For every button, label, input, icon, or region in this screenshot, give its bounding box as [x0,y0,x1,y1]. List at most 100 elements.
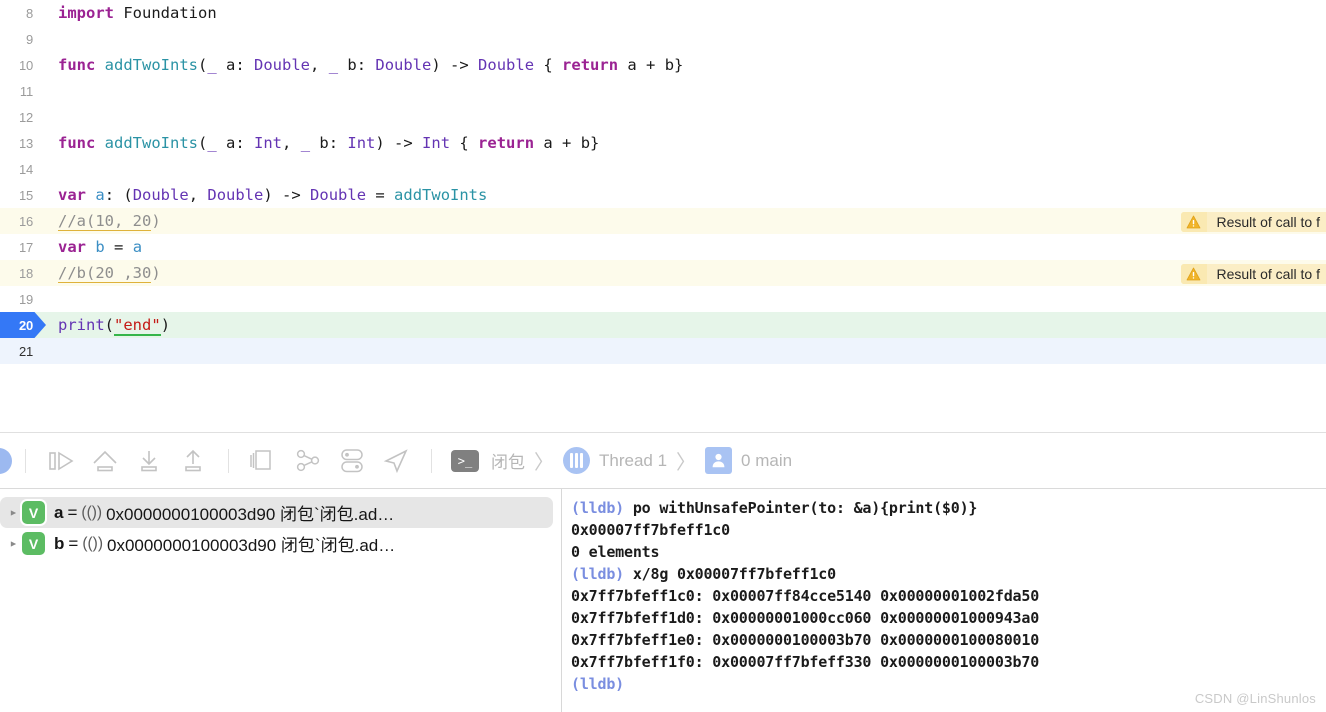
line-number[interactable]: 8 [0,0,42,26]
breadcrumb-thread[interactable]: Thread 1 [599,451,667,471]
console-line: 0x7ff7bfeff1e0: 0x0000000100003b70 0x000… [571,629,1326,651]
step-over-button[interactable] [39,441,83,481]
console-text: 0x7ff7bfeff1f0: 0x00007ff7bfeff330 0x000… [571,653,1040,671]
code-token: ) -> [263,186,311,204]
warning-message: Result of call to f [1206,264,1326,284]
code-token: b: [310,134,348,152]
code-token: var [58,186,86,204]
code-text: func addTwoInts(_ a: Int, _ b: Int) -> I… [42,134,599,152]
variables-view[interactable]: ▼ Va =(()) 0x0000000100003d90 闭包`闭包.ad… ▼ Vb =… [0,489,562,712]
variable-value: 0x0000000100003d90 闭包`闭包.ad… [106,536,396,555]
code-line[interactable]: 19 [0,286,1326,312]
step-out-button[interactable] [127,441,171,481]
code-token: Int [254,134,283,152]
variable-type: (()) [81,503,103,521]
line-number[interactable]: 11 [0,78,42,104]
view-hierarchy-button[interactable] [242,441,286,481]
code-token: { [450,134,479,152]
code-token: print [58,316,105,334]
variable-name: a [54,502,64,522]
code-line[interactable]: 21 [0,338,1326,364]
code-line[interactable]: 11 [0,78,1326,104]
code-line[interactable]: 8 import Foundation [0,0,1326,26]
line-number[interactable]: 15 [0,182,42,208]
lldb-prompt: (lldb) [571,499,624,517]
code-text: func addTwoInts(_ a: Double, _ b: Double… [42,56,683,74]
code-token: : ( [104,186,133,204]
breadcrumb-process[interactable]: 闭包 [491,448,525,473]
code-token: Double [310,186,367,204]
code-line[interactable]: 17 var b = a [0,234,1326,260]
variable-row[interactable]: ▼ Va =(()) 0x0000000100003d90 闭包`闭包.ad… [0,497,553,528]
line-number[interactable]: 17 [0,234,42,260]
code-token: = [366,186,395,204]
code-line[interactable]: 10 func addTwoInts(_ a: Double, _ b: Doub… [0,52,1326,78]
line-number[interactable]: 9 [0,26,42,52]
chevron-right-icon[interactable]: ▼ [8,535,18,553]
equals-sign: = [68,533,79,553]
line-number[interactable]: 20 [0,312,42,338]
console-text: 0x7ff7bfeff1e0: 0x0000000100003b70 0x000… [571,631,1040,649]
code-line[interactable]: 20 print("end") [0,312,1326,338]
code-token: , [188,186,208,204]
breadcrumb-frame[interactable]: 0 main [741,451,792,471]
memory-graph-button[interactable] [286,441,330,481]
step-into-button[interactable] [83,441,127,481]
warning-badge[interactable]: Result of call to f [1180,212,1326,232]
line-number[interactable]: 14 [0,156,42,182]
code-line[interactable]: 9 [0,26,1326,52]
code-token: ( [198,134,208,152]
console-line: (lldb) x/8g 0x00007ff7bfeff1c0 [571,563,1326,585]
console-text: x/8g 0x00007ff7bfeff1c0 [624,565,836,583]
warning-badge[interactable]: Result of call to f [1180,264,1326,284]
line-number[interactable]: 19 [0,286,42,312]
console-text: 0x7ff7bfeff1c0: 0x00007ff84cce5140 0x000… [571,587,1040,605]
code-token: ) [151,264,161,282]
code-token: a: [216,56,255,74]
code-token: Double [254,56,311,74]
variable-row[interactable]: ▼ Vb =(()) 0x0000000100003d90 闭包`闭包.ad… [0,528,553,559]
code-line[interactable]: 16//a(10, 20) Result of call to f [0,208,1326,234]
line-number[interactable]: 10 [0,52,42,78]
continue-button[interactable] [0,447,12,474]
code-text: var a: (Double, Double) -> Double = addT… [42,186,487,204]
console-text: 0x00007ff7bfeff1c0 [571,521,730,539]
toolbar-divider-3 [431,448,432,473]
variable-type: (()) [82,534,103,552]
person-icon [705,447,733,474]
code-token: func [58,56,96,74]
line-number[interactable]: 12 [0,104,42,130]
step-out-up-button[interactable] [171,441,215,481]
debug-toolbar: >_ 闭包 〉 Thread 1 〉 0 main [0,432,1326,489]
line-number[interactable]: 13 [0,130,42,156]
debug-area: ▼ Va =(()) 0x0000000100003d90 闭包`闭包.ad… ▼ Vb =… [0,489,1326,712]
console-text: 0x7ff7bfeff1d0: 0x00000001000cc060 0x000… [571,609,1040,627]
warning-triangle-icon [1180,264,1207,284]
line-number[interactable]: 18 [0,260,42,286]
code-line[interactable]: 18//b(20 ,30) Result of call to f [0,260,1326,286]
chevron-right-icon[interactable]: ▼ [8,504,18,522]
lldb-console[interactable]: (lldb) po withUnsafePointer(to: &a){prin… [562,489,1326,712]
code-line[interactable]: 15 var a: (Double, Double) -> Double = ad… [0,182,1326,208]
warning-message: Result of call to f [1206,212,1326,232]
console-line: 0x7ff7bfeff1f0: 0x00007ff7bfeff330 0x000… [571,651,1326,673]
lldb-prompt: (lldb) [571,565,624,583]
code-token: = [104,238,133,256]
code-token: return [562,56,619,74]
line-number[interactable]: 16 [0,208,42,234]
simulate-location-button[interactable] [374,441,418,481]
code-line[interactable]: 13 func addTwoInts(_ a: Int, _ b: Int) ->… [0,130,1326,156]
code-token: Foundation [114,4,217,22]
code-line[interactable]: 12 [0,104,1326,130]
code-token: _ [300,134,311,152]
source-editor[interactable]: 8 import Foundation 9 10 func addTwoInts(_ a… [0,0,1326,416]
code-token: import [58,4,114,22]
environment-overrides-button[interactable] [330,441,374,481]
console-toggle-button[interactable]: >_ [451,449,479,472]
code-line[interactable]: 14 [0,156,1326,182]
line-number[interactable]: 21 [0,338,42,364]
code-token: , [282,134,301,152]
code-token: Double [207,186,264,204]
console-line: 0 elements [571,541,1326,563]
code-token: var [58,238,86,256]
